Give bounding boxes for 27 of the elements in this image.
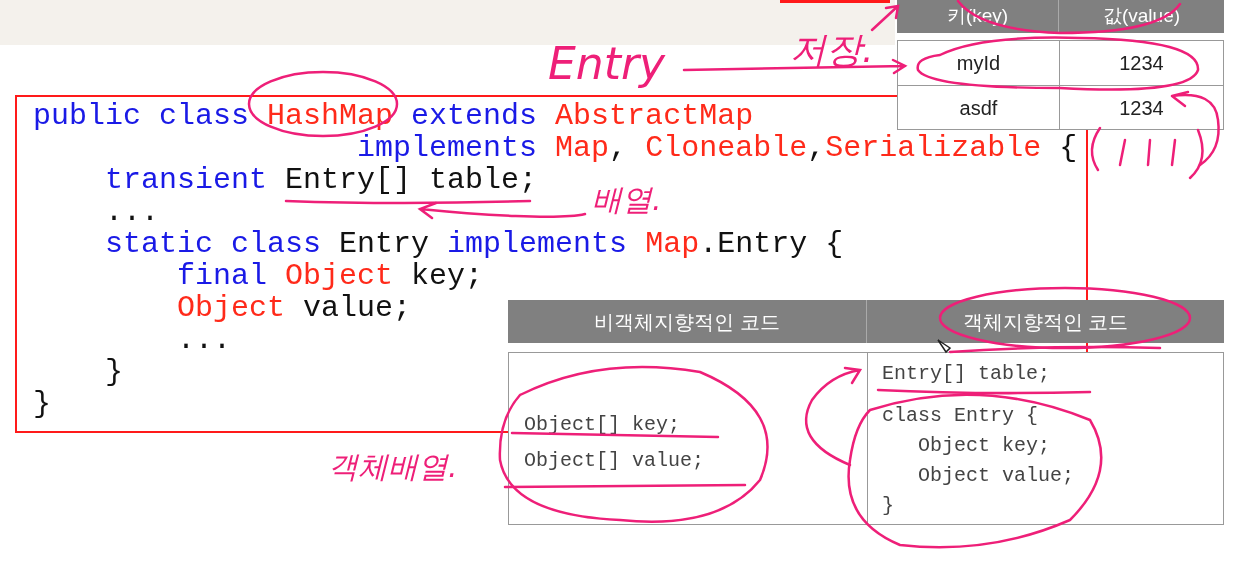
handwritten-note: 배열. bbox=[592, 185, 662, 215]
code-line: public class HashMap extends AbstractMap bbox=[33, 100, 754, 132]
handwritten-note: Entry bbox=[548, 42, 666, 86]
code-line: class Entry { bbox=[882, 403, 1039, 429]
code-line: } bbox=[882, 493, 894, 519]
code-line: Object[] key; bbox=[524, 412, 681, 438]
code-line: static class Entry implements Map.Entry { bbox=[104, 228, 844, 260]
code-line: Entry[] table; bbox=[882, 361, 1051, 387]
code-line: Object[] value; bbox=[524, 448, 705, 474]
code-line: Object value; bbox=[176, 292, 412, 324]
handwritten-note: 저장. bbox=[790, 32, 874, 68]
code-line: } bbox=[104, 356, 123, 388]
code-line: } bbox=[33, 388, 51, 420]
code-line: final Object key; bbox=[176, 260, 484, 292]
table-cell-text: asdf bbox=[958, 95, 999, 121]
code-line: ... bbox=[104, 196, 160, 228]
table-cell: 1234 bbox=[1059, 86, 1223, 129]
ink-arrow bbox=[870, 4, 900, 32]
table-cell-text: myId bbox=[955, 51, 1002, 76]
column-header: 비객체지향적인 코드 bbox=[593, 309, 781, 335]
code-line: Object key; bbox=[917, 433, 1051, 459]
code-line: ... bbox=[176, 324, 232, 356]
code-line: transient Entry[] table; bbox=[104, 164, 538, 196]
code-line: implements Map, Cloneable,Serializable { bbox=[356, 132, 1078, 164]
table-cell: 1234 bbox=[1059, 41, 1223, 85]
handwritten-note: 객체배열. bbox=[328, 452, 458, 482]
code-line: Object value; bbox=[917, 463, 1075, 489]
